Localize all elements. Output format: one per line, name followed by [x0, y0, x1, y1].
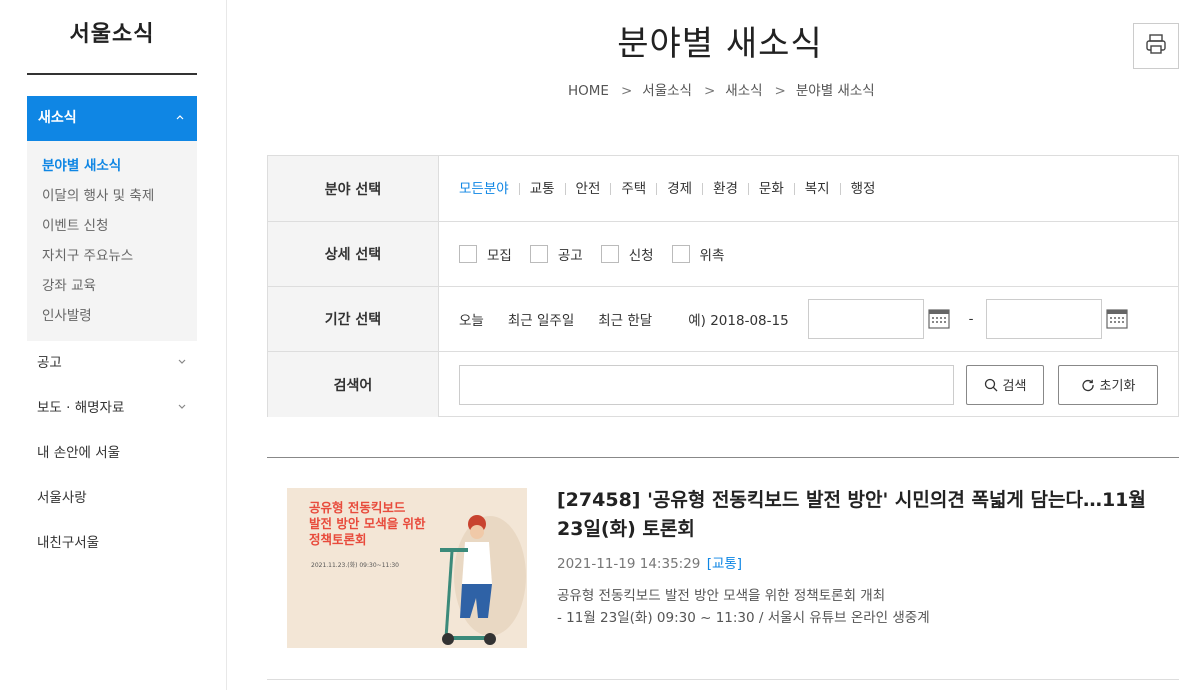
- submenu-item-field-news[interactable]: 분야별 새소식: [27, 153, 197, 183]
- calendar-icon[interactable]: [928, 308, 950, 330]
- submenu-item-lecture[interactable]: 강좌 교육: [27, 273, 197, 303]
- category-admin[interactable]: 행정: [841, 182, 886, 196]
- date-separator: -: [968, 311, 974, 327]
- checkbox-recruit[interactable]: 모집: [459, 244, 512, 264]
- sidebar-item-label: 공고: [37, 355, 62, 371]
- thumbnail-headline: 공유형 전동킥보드 발전 방안 모색을 위한 정책토론회: [309, 500, 426, 547]
- start-date-input[interactable]: [807, 299, 924, 339]
- printer-icon: [1144, 32, 1168, 60]
- sidebar-item-label: 내 손안에 서울: [37, 445, 121, 461]
- chevron-down-icon: [177, 341, 187, 386]
- article-meta: 2021-11-19 14:35:29 [교통]: [557, 552, 742, 572]
- article-description: 공유형 전동킥보드 발전 방안 모색을 위한 정책토론회 개최 - 11월 23…: [557, 585, 930, 629]
- breadcrumb-current: 분야별 새소식: [795, 83, 875, 99]
- article-title[interactable]: [27458] '공유형 전동킥보드 발전 방안' 시민의견 폭넓게 담는다…1…: [557, 486, 1157, 544]
- sidebar-item-label: 내친구서울: [37, 535, 100, 551]
- checkbox-apply[interactable]: 신청: [600, 244, 654, 264]
- category-culture[interactable]: 문화: [749, 182, 795, 195]
- category-list: 모든분야 교통 안전 주택 경제 환경 문화 복지 행정: [459, 156, 885, 221]
- reset-button[interactable]: 초기화: [1058, 364, 1158, 405]
- article-date: 2021-11-19 14:35:29: [557, 556, 701, 572]
- filter-row-field: 분야 선택 모든분야 교통 안전 주택 경제 환경 문화 복지 행정: [268, 156, 1178, 222]
- checkbox-box[interactable]: [671, 245, 690, 263]
- checkbox-box[interactable]: [529, 245, 548, 263]
- filter-row-period: 기간 선택 오늘 최근 일주일 최근 한달 예) 2018-08-15 -: [268, 287, 1178, 352]
- period-today[interactable]: 오늘: [459, 309, 484, 329]
- category-environment[interactable]: 환경: [703, 182, 749, 195]
- period-week[interactable]: 최근 일주일: [508, 309, 574, 329]
- search-button-label: 검색: [1002, 379, 1027, 394]
- search-input[interactable]: [459, 364, 954, 405]
- checkbox-label: 신청: [628, 248, 654, 264]
- sidebar-divider: [27, 73, 197, 75]
- submenu-item-district-news[interactable]: 자치구 주요뉴스: [27, 243, 197, 273]
- sidebar-item-news[interactable]: 새소식: [27, 96, 197, 141]
- page-title: 분야별 새소식: [617, 24, 823, 64]
- search-filter: 분야 선택 모든분야 교통 안전 주택 경제 환경 문화 복지 행정 상세 선택…: [267, 155, 1179, 417]
- chevron-up-icon: [175, 96, 185, 141]
- breadcrumb-home[interactable]: HOME: [568, 83, 609, 99]
- end-date-input[interactable]: [985, 299, 1102, 339]
- article-desc-line: - 11월 23일(화) 09:30 ~ 11:30 / 서울시 유튜브 온라인…: [557, 610, 930, 626]
- category-welfare[interactable]: 복지: [795, 182, 841, 195]
- submenu: 분야별 새소식 이달의 행사 및 축제 이벤트 신청 자치구 주요뉴스 강좌 교…: [27, 141, 197, 341]
- period-label: 기간 선택: [268, 287, 439, 351]
- category-traffic[interactable]: 교통: [520, 182, 566, 195]
- period-controls: 오늘 최근 일주일 최근 한달 예) 2018-08-15 -: [459, 287, 1128, 351]
- checkbox-appoint[interactable]: 위촉: [671, 244, 725, 264]
- sidebar-item-press[interactable]: 보도 · 해명자료: [27, 386, 197, 431]
- category-safety[interactable]: 안전: [566, 182, 612, 195]
- article-desc-line: 공유형 전동킥보드 발전 방안 모색을 위한 정책토론회 개최: [557, 588, 886, 604]
- sidebar: 서울소식 새소식 분야별 새소식 이달의 행사 및 축제 이벤트 신청 자치구 …: [0, 0, 227, 690]
- submenu-item-events[interactable]: 이달의 행사 및 축제: [27, 183, 197, 213]
- article-thumbnail[interactable]: 공유형 전동킥보드 발전 방안 모색을 위한 정책토론회 2021.11.23.…: [287, 488, 527, 648]
- list-divider: [267, 457, 1179, 458]
- reset-button-label: 초기화: [1099, 379, 1136, 394]
- breadcrumb-news[interactable]: 새소식: [725, 83, 762, 99]
- sidebar-item-seoul-love[interactable]: 서울사랑: [27, 476, 197, 521]
- checkbox-notice[interactable]: 공고: [529, 244, 583, 264]
- submenu-item-event-apply[interactable]: 이벤트 신청: [27, 213, 197, 243]
- sidebar-title: 서울소식: [69, 22, 155, 47]
- keyword-controls: 검색 초기화: [459, 352, 1158, 417]
- field-label: 분야 선택: [268, 156, 439, 221]
- submenu-item-personnel[interactable]: 인사발령: [27, 303, 197, 333]
- print-button[interactable]: [1133, 23, 1179, 69]
- filter-row-keyword: 검색어 검색 초기화: [268, 352, 1178, 417]
- detail-list: 모집 공고 신청 위촉: [459, 222, 742, 286]
- category-all[interactable]: 모든분야: [459, 182, 520, 195]
- scooter-illustration: [440, 515, 526, 645]
- search-button[interactable]: 검색: [966, 364, 1044, 405]
- sidebar-item-seoul-in-hand[interactable]: 내 손안에 서울: [27, 431, 197, 476]
- thumbnail-date: 2021.11.23.(화) 09:30~11:30: [311, 562, 399, 569]
- checkbox-label: 위촉: [699, 248, 725, 264]
- breadcrumb-seoul-news[interactable]: 서울소식: [642, 83, 692, 99]
- category-housing[interactable]: 주택: [611, 182, 658, 195]
- sidebar-item-label: 새소식: [38, 110, 77, 126]
- date-example: 예) 2018-08-15: [688, 313, 789, 329]
- checkbox-label: 모집: [487, 248, 512, 264]
- sidebar-item-notice[interactable]: 공고: [27, 341, 197, 386]
- period-month[interactable]: 최근 한달: [598, 309, 652, 329]
- category-economy[interactable]: 경제: [657, 182, 704, 195]
- article-tag[interactable]: [교통]: [707, 556, 742, 572]
- sidebar-item-friendly-seoul[interactable]: 내친구서울: [27, 521, 197, 566]
- calendar-icon[interactable]: [1105, 308, 1128, 330]
- breadcrumb: HOME > 서울소식 > 새소식 > 분야별 새소식: [568, 83, 875, 99]
- sidebar-item-label: 서울사랑: [37, 490, 87, 506]
- search-icon: [984, 378, 997, 391]
- detail-label: 상세 선택: [268, 222, 439, 286]
- keyword-label: 검색어: [268, 352, 439, 417]
- filter-row-detail: 상세 선택 모집 공고 신청 위촉: [268, 222, 1178, 287]
- list-divider: [267, 679, 1179, 680]
- sidebar-item-label: 보도 · 해명자료: [37, 400, 125, 416]
- checkbox-label: 공고: [557, 248, 583, 264]
- checkbox-box[interactable]: [459, 245, 477, 263]
- checkbox-box[interactable]: [600, 245, 619, 263]
- chevron-down-icon: [177, 386, 187, 431]
- refresh-icon: [1081, 379, 1094, 391]
